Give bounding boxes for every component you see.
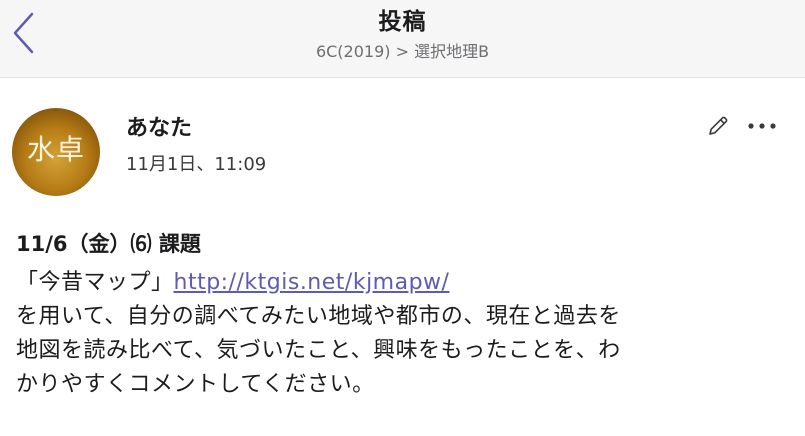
map-link[interactable]: http://ktgis.net/kjmapw/ bbox=[174, 270, 450, 295]
page-title: 投稿 bbox=[378, 9, 427, 35]
post-timestamp: 11月1日、11:09 bbox=[126, 154, 267, 175]
body-prefix: 「今昔マップ」 bbox=[16, 270, 174, 295]
breadcrumb: 6C(2019) > 選択地理B bbox=[315, 42, 490, 61]
author-name: あなた bbox=[126, 116, 193, 141]
post-title: 11/6（金）⑹ 課題 bbox=[16, 232, 201, 256]
more-options-icon[interactable] bbox=[746, 118, 778, 134]
top-bar: 投稿 6C(2019) > 選択地理B bbox=[0, 0, 805, 78]
body-line-2: を用いて、自分の調べてみたい地域や都市の、現在と過去を bbox=[16, 304, 621, 329]
body-line-4: かりやすくコメントしてください。 bbox=[16, 372, 375, 397]
avatar-initials: 水卓 bbox=[26, 133, 85, 166]
pencil-icon[interactable] bbox=[706, 114, 730, 138]
post-card: 水卓 あなた 11月1日、11:09 11/6（金）⑹ 課題 「今昔マップ」ht… bbox=[0, 78, 805, 436]
post-body: 「今昔マップ」http://ktgis.net/kjmapw/ を用いて、自分の… bbox=[16, 266, 796, 402]
body-line-3: 地図を読み比べて、気づいたこと、興味をもったことを、わ bbox=[16, 338, 621, 363]
avatar[interactable]: 水卓 bbox=[12, 108, 100, 196]
body-line-1: 「今昔マップ」http://ktgis.net/kjmapw/ bbox=[16, 266, 796, 300]
